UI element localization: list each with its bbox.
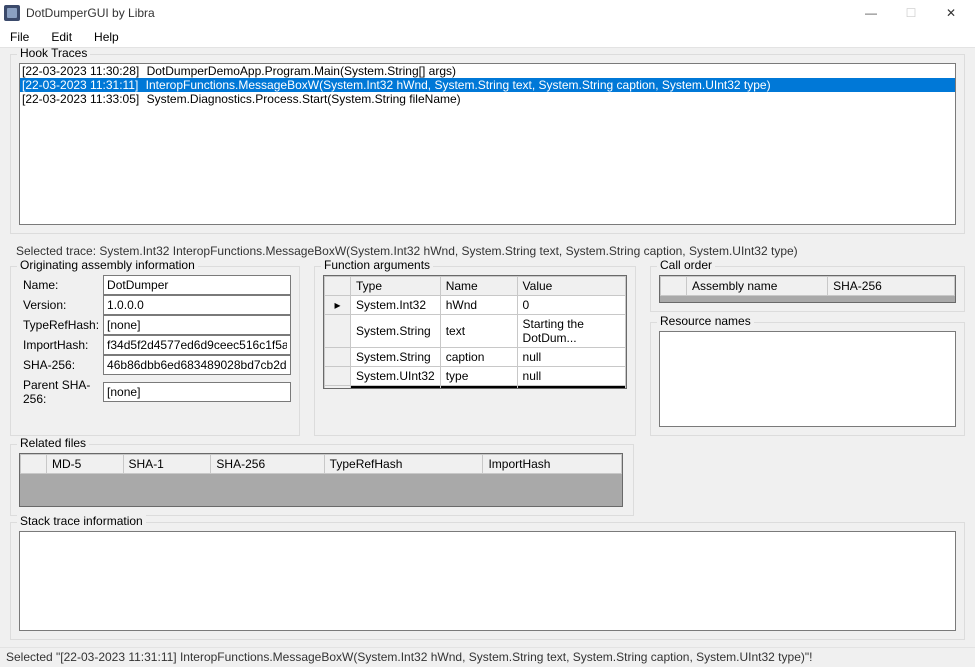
- trace-row[interactable]: [22-03-2023 11:33:05] System.Diagnostics…: [20, 92, 955, 106]
- menubar: File Edit Help: [0, 26, 975, 48]
- minimize-button[interactable]: —: [851, 0, 891, 26]
- resource-names-title: Resource names: [657, 314, 754, 328]
- call-order-group: Call order Assembly name SHA-256: [650, 266, 965, 312]
- call-order-header-sha256[interactable]: SHA-256: [828, 277, 955, 296]
- cell-name: ReturnValue: [440, 386, 517, 389]
- cell-value: 1: [517, 386, 625, 389]
- row-indicator: [325, 367, 351, 386]
- cell-type: System.Int32: [351, 386, 441, 389]
- cell-name: hWnd: [440, 296, 517, 315]
- menu-edit[interactable]: Edit: [47, 28, 76, 46]
- field-importhash[interactable]: [103, 335, 291, 355]
- func-args-header-type[interactable]: Type: [351, 277, 441, 296]
- close-button[interactable]: ✕: [931, 0, 971, 26]
- resource-names-group: Resource names: [650, 322, 965, 436]
- trace-timestamp: [22-03-2023 11:33:05]: [22, 92, 139, 106]
- related-files-title: Related files: [17, 436, 89, 450]
- field-sha256[interactable]: [103, 355, 291, 375]
- trace-timestamp: [22-03-2023 11:30:28]: [22, 64, 139, 78]
- cell-name: type: [440, 367, 517, 386]
- func-args-row[interactable]: System.StringtextStarting the DotDum...: [325, 315, 626, 348]
- menu-file[interactable]: File: [6, 28, 33, 46]
- resource-names-box[interactable]: [659, 331, 956, 427]
- stack-trace-box[interactable]: [19, 531, 956, 631]
- label-version: Version:: [19, 295, 103, 315]
- related-files-header-md5[interactable]: MD-5: [47, 455, 124, 474]
- function-arguments-title: Function arguments: [321, 258, 433, 272]
- func-args-row[interactable]: ▸System.Int32hWnd0: [325, 296, 626, 315]
- cell-type: System.UInt32: [351, 367, 441, 386]
- cell-value: null: [517, 367, 625, 386]
- related-files-header-importhash[interactable]: ImportHash: [483, 455, 622, 474]
- func-args-row[interactable]: System.Int32ReturnValue1: [325, 386, 626, 389]
- func-args-row[interactable]: System.UInt32typenull: [325, 367, 626, 386]
- related-files-header-sha256[interactable]: SHA-256: [211, 455, 324, 474]
- trace-row[interactable]: [22-03-2023 11:31:11] InteropFunctions.M…: [20, 78, 955, 92]
- trace-text: System.Diagnostics.Process.Start(System.…: [147, 92, 461, 106]
- func-args-header-value[interactable]: Value: [517, 277, 625, 296]
- originating-assembly-group: Originating assembly information Name: V…: [10, 266, 300, 436]
- hook-traces-group: Hook Traces [22-03-2023 11:30:28] DotDum…: [10, 54, 965, 234]
- call-order-rowheader-col: [661, 277, 687, 296]
- label-typerefhash: TypeRefHash:: [19, 315, 103, 335]
- hook-traces-list[interactable]: [22-03-2023 11:30:28] DotDumperDemoApp.P…: [19, 63, 956, 225]
- row-indicator: [325, 386, 351, 389]
- titlebar: DotDumperGUI by Libra — ☐ ✕: [0, 0, 975, 26]
- related-files-header-sha1[interactable]: SHA-1: [123, 455, 211, 474]
- function-arguments-group: Function arguments Type Name Value ▸Syst…: [314, 266, 636, 436]
- related-files-group: Related files MD-5 SHA-1 SHA-256 TypeRef…: [10, 444, 634, 516]
- field-parentsha256[interactable]: [103, 382, 291, 402]
- related-files-header-typerefhash[interactable]: TypeRefHash: [324, 455, 483, 474]
- originating-assembly-title: Originating assembly information: [17, 258, 198, 272]
- func-args-row[interactable]: System.Stringcaptionnull: [325, 348, 626, 367]
- window-title: DotDumperGUI by Libra: [26, 6, 851, 20]
- cell-value: 0: [517, 296, 625, 315]
- window-controls: — ☐ ✕: [851, 0, 971, 26]
- maximize-button[interactable]: ☐: [891, 0, 931, 26]
- field-name[interactable]: [103, 275, 291, 295]
- cell-value: null: [517, 348, 625, 367]
- field-typerefhash[interactable]: [103, 315, 291, 335]
- call-order-header-assembly[interactable]: Assembly name: [687, 277, 828, 296]
- cell-value: Starting the DotDum...: [517, 315, 625, 348]
- row-indicator: ▸: [325, 296, 351, 315]
- related-files-rowheader-col: [21, 455, 47, 474]
- cell-type: System.String: [351, 315, 441, 348]
- middle-row: Originating assembly information Name: V…: [10, 266, 965, 436]
- function-arguments-table[interactable]: Type Name Value ▸System.Int32hWnd0System…: [324, 276, 626, 388]
- trace-text: InteropFunctions.MessageBoxW(System.Int3…: [146, 78, 771, 92]
- row-indicator: [325, 315, 351, 348]
- call-order-table[interactable]: Assembly name SHA-256: [660, 276, 955, 296]
- cell-name: caption: [440, 348, 517, 367]
- selected-trace-label: Selected trace: System.Int32 InteropFunc…: [10, 240, 965, 260]
- label-name: Name:: [19, 275, 103, 295]
- label-sha256: SHA-256:: [19, 355, 103, 375]
- func-args-rowheader-col: [325, 277, 351, 296]
- menu-help[interactable]: Help: [90, 28, 123, 46]
- client-area: Hook Traces [22-03-2023 11:30:28] DotDum…: [0, 48, 975, 647]
- label-parentsha256: Parent SHA-256:: [19, 375, 103, 409]
- trace-timestamp: [22-03-2023 11:31:11]: [22, 78, 138, 92]
- func-args-header-name[interactable]: Name: [440, 277, 517, 296]
- hook-traces-title: Hook Traces: [17, 48, 90, 60]
- call-order-title: Call order: [657, 258, 715, 272]
- trace-row[interactable]: [22-03-2023 11:30:28] DotDumperDemoApp.P…: [20, 64, 955, 78]
- row-indicator: [325, 348, 351, 367]
- cell-type: System.String: [351, 348, 441, 367]
- label-importhash: ImportHash:: [19, 335, 103, 355]
- stack-trace-group: Stack trace information: [10, 522, 965, 640]
- related-files-table[interactable]: MD-5 SHA-1 SHA-256 TypeRefHash ImportHas…: [20, 454, 622, 474]
- cell-name: text: [440, 315, 517, 348]
- stack-trace-title: Stack trace information: [17, 514, 146, 528]
- field-version[interactable]: [103, 295, 291, 315]
- cell-type: System.Int32: [351, 296, 441, 315]
- app-icon: [4, 5, 20, 21]
- trace-text: DotDumperDemoApp.Program.Main(System.Str…: [147, 64, 456, 78]
- statusbar: Selected "[22-03-2023 11:31:11] InteropF…: [0, 647, 975, 667]
